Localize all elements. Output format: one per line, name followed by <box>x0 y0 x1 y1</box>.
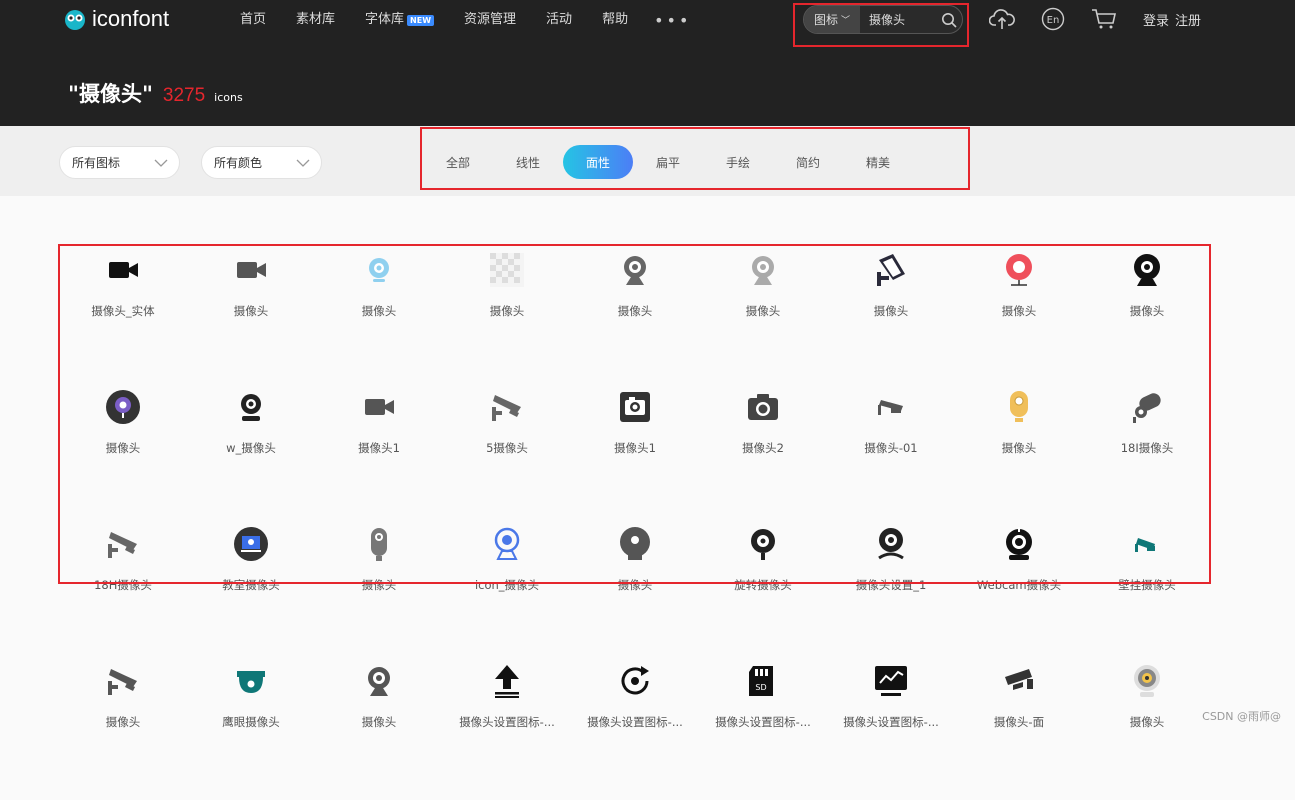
cctv-icon <box>105 663 141 699</box>
nav-label: 帮助 <box>602 10 628 30</box>
icon-card-label: 摄像头设置图标-... <box>699 714 827 730</box>
icon-card-label: 摄像头 <box>1083 714 1211 730</box>
chevron-down-icon <box>153 155 169 171</box>
highlight-box-styles <box>420 127 970 190</box>
more-menu-icon[interactable]: ••• <box>654 11 691 31</box>
watermark: CSDN @雨师@ <box>1202 708 1281 724</box>
result-unit: icons <box>214 91 243 104</box>
nav-label: 素材库 <box>296 10 335 30</box>
nav-item-activities[interactable]: 活动 <box>546 10 572 30</box>
nav-item-materials[interactable]: 素材库 <box>296 10 335 30</box>
cctv-dark-icon <box>1001 663 1037 699</box>
sd-card-icon: SD <box>745 663 781 699</box>
icon-card-label: 摄像头 <box>315 714 443 730</box>
result-query: "摄像头" <box>68 78 153 108</box>
nav-label: 字体库 <box>365 10 404 30</box>
nav-item-help[interactable]: 帮助 <box>602 10 628 30</box>
new-badge: NEW <box>407 15 434 26</box>
main-nav: 首页 素材库 字体库NEW 资源管理 活动 帮助 ••• <box>240 10 721 31</box>
top-header: iconfont 首页 素材库 字体库NEW 资源管理 活动 帮助 ••• 图标… <box>0 0 1295 126</box>
logo-icon <box>62 6 88 32</box>
icon-card-label: 摄像头 <box>59 714 187 730</box>
icon-card-label: 鹰眼摄像头 <box>187 714 315 730</box>
dome-camera-icon <box>233 663 269 699</box>
register-link[interactable]: 注册 <box>1175 10 1201 29</box>
icon-card-label: 摄像头设置图标-... <box>443 714 571 730</box>
upload-icon <box>489 663 525 699</box>
logo-text: iconfont <box>92 6 169 32</box>
language-label: En <box>1047 15 1060 26</box>
nav-item-resources[interactable]: 资源管理 <box>464 10 516 30</box>
nav-item-home[interactable]: 首页 <box>240 10 266 30</box>
nav-label: 首页 <box>240 10 266 30</box>
rotate-icon <box>617 663 653 699</box>
highlight-box-search <box>793 3 969 47</box>
auth-links: 登录 注册 <box>1143 10 1201 29</box>
nav-item-fonts[interactable]: 字体库NEW <box>365 10 434 30</box>
color-dropdown-label: 所有颜色 <box>214 154 262 171</box>
icon-card-label: 摄像头设置图标-... <box>571 714 699 730</box>
cart-icon[interactable] <box>1091 6 1117 32</box>
category-dropdown[interactable]: 所有图标 <box>59 146 180 179</box>
svg-text:SD: SD <box>755 683 766 692</box>
webcam-gold-icon <box>1129 663 1165 699</box>
category-dropdown-label: 所有图标 <box>72 154 120 171</box>
nav-label: 资源管理 <box>464 10 516 30</box>
language-icon[interactable]: En <box>1040 6 1066 32</box>
nav-label: 活动 <box>546 10 572 30</box>
login-link[interactable]: 登录 <box>1143 10 1169 29</box>
upload-cloud-icon[interactable] <box>989 6 1015 32</box>
color-dropdown[interactable]: 所有颜色 <box>201 146 322 179</box>
monitor-chart-icon <box>873 663 909 699</box>
icon-card-label: 摄像头设置图标-... <box>827 714 955 730</box>
chevron-down-icon <box>295 155 311 171</box>
filter-bar: 所有图标 所有颜色 全部 线性 面性 扁平 手绘 简约 精美 <box>0 126 1295 196</box>
result-count: 3275 <box>163 85 205 107</box>
icon-card-label: 摄像头-面 <box>955 714 1083 730</box>
search-result-heading: "摄像头" 3275 icons <box>68 78 243 108</box>
highlight-box-icons <box>58 244 1211 584</box>
webcam-ring-icon <box>361 663 397 699</box>
iconfont-logo[interactable]: iconfont <box>62 4 169 34</box>
